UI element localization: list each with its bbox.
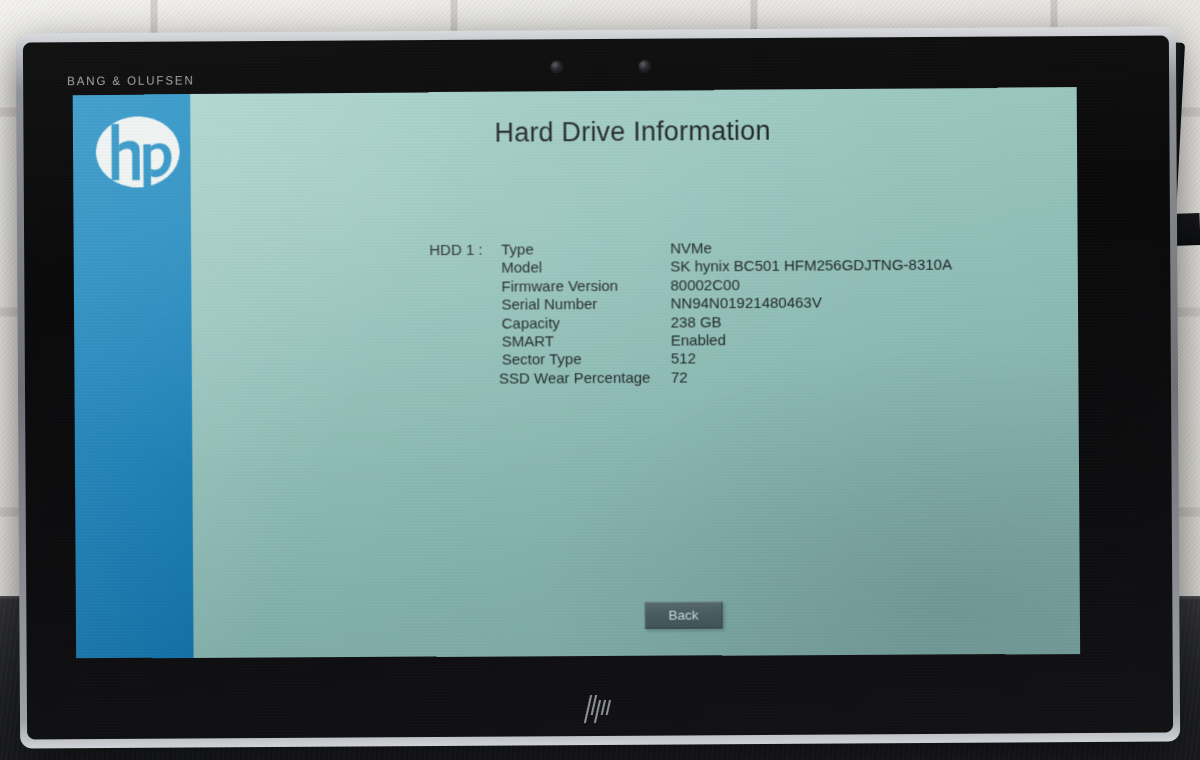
back-button[interactable]: Back [644, 601, 723, 629]
row-label-firmware-version: Firmware Version [501, 277, 619, 296]
bios-screen: Hard Drive Information HDD 1 : Type NVMe… [72, 87, 1081, 659]
row-label-ssd-wear-percentage: SSD Wear Percentage [498, 369, 651, 388]
row-label-type: Type [501, 241, 534, 259]
webcam-lens-left [551, 61, 563, 73]
row-value-firmware-version: 80002C00 [670, 276, 740, 295]
row-label-smart: SMART [501, 333, 555, 351]
row-value-sector-type: 512 [670, 350, 696, 368]
row-value-model: SK hynix BC501 HFM256GDJTNG-8310A [670, 256, 953, 276]
page-title: Hard Drive Information [494, 115, 771, 148]
row-label-capacity: Capacity [501, 314, 561, 333]
row-value-serial-number: NN94N01921480463V [670, 294, 822, 313]
row-spacer [430, 352, 502, 370]
row-label-serial-number: Serial Number [501, 296, 598, 314]
hdd-index-label: HDD 1 : [429, 241, 483, 260]
photo-scene: BANG & OLUFSEN Hard Drive Information HD… [0, 0, 1200, 760]
hp-tablet-device: BANG & OLUFSEN Hard Drive Information HD… [15, 26, 1181, 749]
row-label-model: Model [501, 259, 543, 278]
hard-drive-info-table: HDD 1 : Type NVMe Model SK hynix BC501 H… [429, 239, 953, 389]
row-spacer [430, 370, 502, 388]
row-spacer [430, 334, 502, 352]
row-spacer [429, 278, 501, 296]
row-value-capacity: 238 GB [670, 313, 722, 332]
hp-logo-icon [91, 112, 185, 206]
device-bezel: BANG & OLUFSEN Hard Drive Information HD… [22, 35, 1174, 740]
row-value-type: NVMe [670, 240, 713, 258]
row-spacer [430, 297, 502, 315]
webcam-lens-right [639, 60, 651, 72]
bang-olufsen-brand-label: BANG & OLUFSEN [67, 75, 195, 89]
row-label-sector-type: Sector Type [501, 351, 582, 370]
row-value-smart: Enabled [670, 332, 726, 350]
row-spacer [430, 315, 502, 333]
hp-logo-bottom-bezel-icon [580, 694, 621, 724]
row-value-ssd-wear-percentage: 72 [670, 369, 688, 387]
row-spacer [429, 260, 501, 278]
